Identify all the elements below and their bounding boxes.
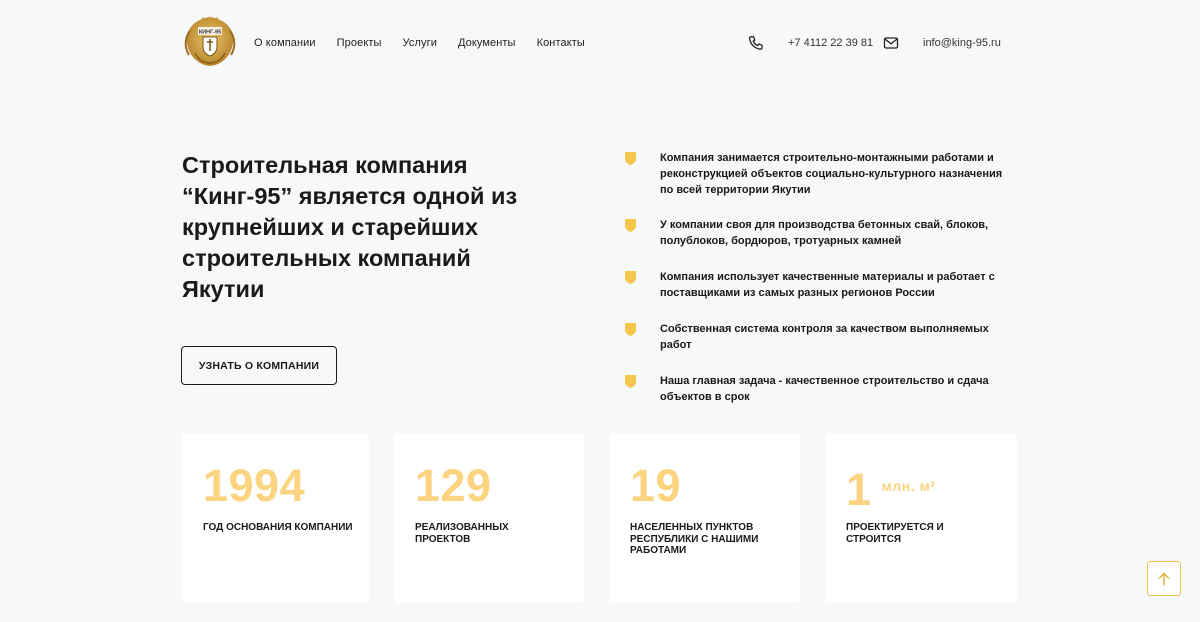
scroll-top-button[interactable] <box>1147 561 1181 596</box>
feature-item: Компания использует качественные материа… <box>625 269 1010 301</box>
shield-icon <box>625 271 636 284</box>
mail-icon <box>883 35 899 51</box>
nav-item-contacts[interactable]: Контакты <box>537 37 585 49</box>
stat-label: НАСЕЛЕННЫХ ПУНКТОВ РЕСПУБЛИКИ С НАШИМИ Р… <box>630 522 759 556</box>
about-company-button[interactable]: УЗНАТЬ О КОМПАНИИ <box>181 346 337 385</box>
stat-card: 1994 ГОД ОСНОВАНИЯ КОМПАНИИ <box>182 433 369 603</box>
feature-item: Собственная система контроля за качество… <box>625 321 1010 353</box>
stat-card: 129 РЕАЛИЗОВАННЫХ ПРОЕКТОВ <box>394 433 584 603</box>
stat-value: 129 <box>415 460 492 511</box>
nav-item-about[interactable]: О компании <box>254 37 316 49</box>
shield-icon <box>625 152 636 165</box>
hero-title: Строительная компания “Кинг-95” является… <box>182 152 518 302</box>
stat-card: 19 НАСЕЛЕННЫХ ПУНКТОВ РЕСПУБЛИКИ С НАШИМ… <box>609 433 800 603</box>
nav-item-services[interactable]: Услуги <box>403 37 437 49</box>
company-logo[interactable]: КИНГ-95 <box>181 13 239 69</box>
stat-label: ГОД ОСНОВАНИЯ КОМПАНИИ <box>203 522 353 533</box>
stat-label: РЕАЛИЗОВАННЫХ ПРОЕКТОВ <box>415 522 509 545</box>
stat-value: 1994 <box>203 460 306 511</box>
email-link[interactable]: info@king-95.ru <box>923 37 1001 49</box>
feature-item: Компания занимается строительно-монтажны… <box>625 150 1010 198</box>
shield-icon <box>625 375 636 388</box>
arrow-up-icon <box>1158 572 1170 586</box>
stat-value: 19 <box>630 460 682 511</box>
logo-text: КИНГ-95 <box>199 30 221 36</box>
feature-text: Компания использует качественные материа… <box>660 271 995 299</box>
feature-text: Компания занимается строительно-монтажны… <box>660 152 1003 196</box>
shield-icon <box>625 219 636 232</box>
phone-icon <box>748 35 764 51</box>
stat-unit: млн. м² <box>881 478 936 494</box>
stat-value: 1 млн. м² <box>846 464 936 515</box>
feature-text: Наша главная задача - качественное строи… <box>660 375 989 403</box>
stat-label: ПРОЕКТИРУЕТСЯ И СТРОИТСЯ <box>846 522 944 545</box>
shield-icon <box>625 323 636 336</box>
main-nav: О компании Проекты Услуги Документы Конт… <box>254 37 606 49</box>
stat-card: 1 млн. м² ПРОЕКТИРУЕТСЯ И СТРОИТСЯ <box>825 433 1017 603</box>
phone-link[interactable]: +7 4112 22 39 81 <box>788 37 873 49</box>
feature-item: У компании своя для производства бетонны… <box>625 217 1010 249</box>
feature-item: Наша главная задача - качественное строи… <box>625 373 1010 405</box>
feature-text: У компании своя для производства бетонны… <box>660 219 989 247</box>
feature-text: Собственная система контроля за качество… <box>660 323 989 351</box>
nav-item-documents[interactable]: Документы <box>458 37 516 49</box>
nav-item-projects[interactable]: Проекты <box>337 37 382 49</box>
